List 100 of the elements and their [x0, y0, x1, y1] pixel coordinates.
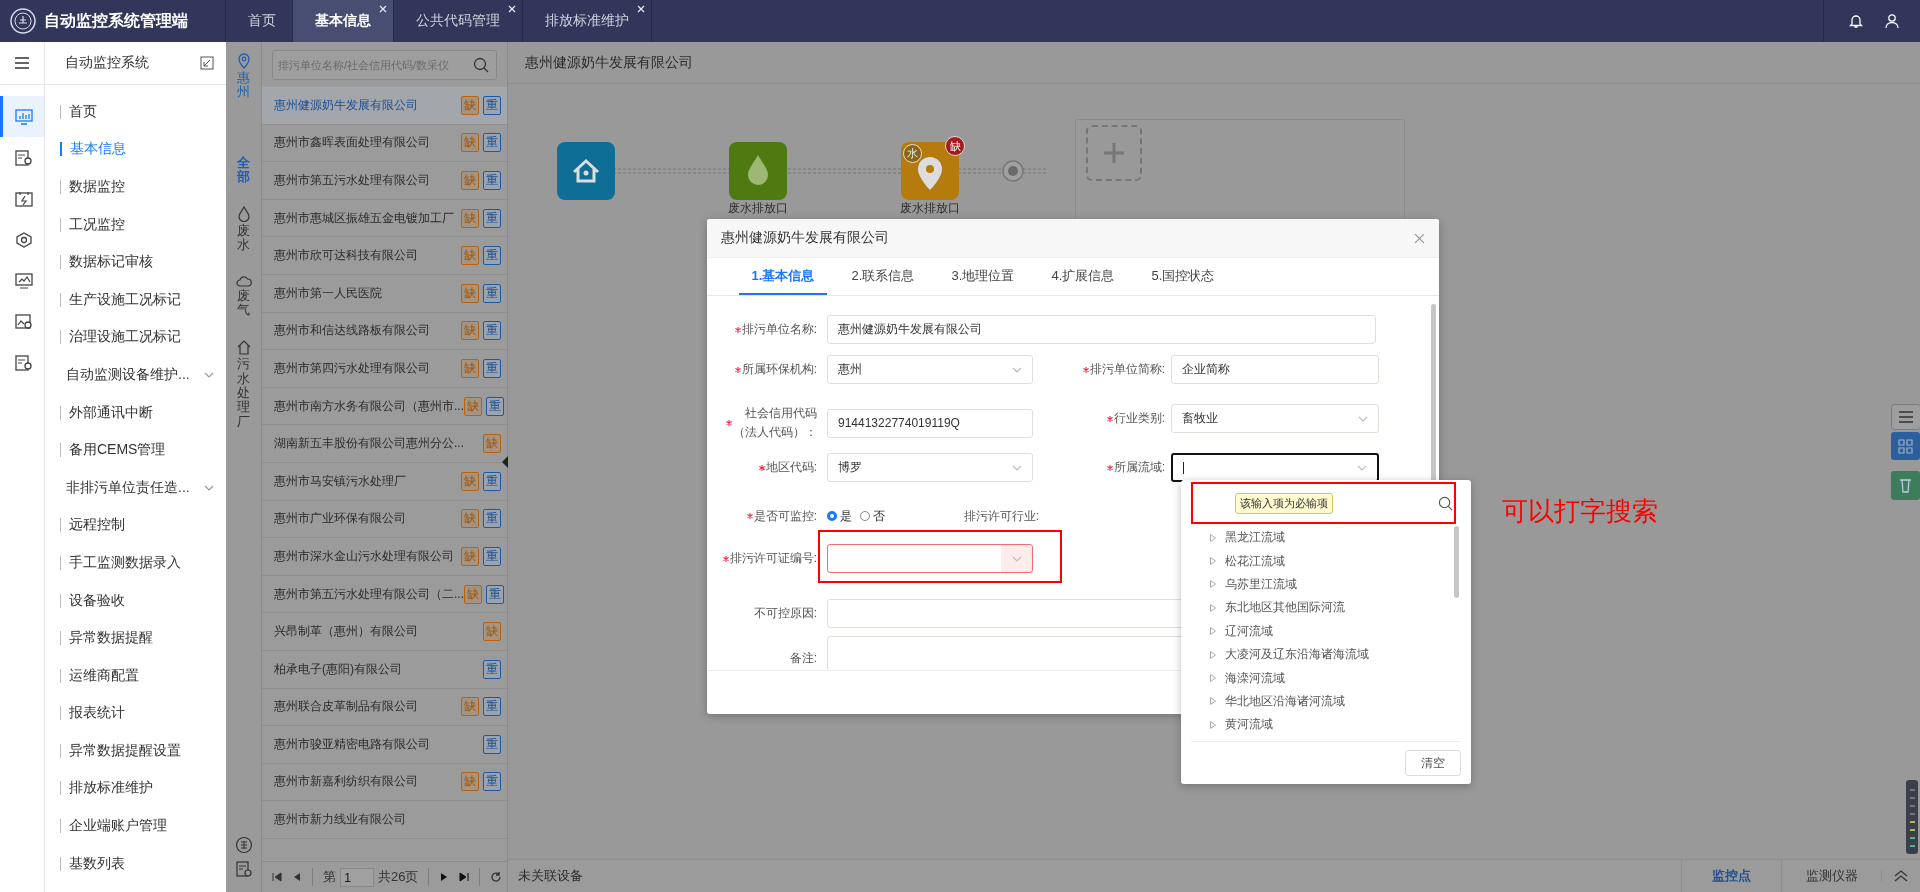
list-icon[interactable] [1891, 404, 1920, 430]
first-page-icon[interactable] [272, 872, 282, 882]
expand-arrow-icon[interactable] [1210, 720, 1216, 729]
company-row[interactable]: 惠州市第五污水处理有限公司（二... 缺 重 [262, 575, 507, 614]
expand-arrow-icon[interactable] [1210, 650, 1216, 659]
company-row[interactable]: 惠州市鑫晖表面处理有限公司 缺 重 [262, 124, 507, 163]
expand-arrow-icon[interactable] [1210, 557, 1216, 566]
search-icon[interactable] [1438, 495, 1453, 511]
location-node-icon[interactable] [901, 142, 959, 200]
tree-option[interactable]: 辽河流域 [1225, 622, 1273, 640]
house-node-icon[interactable] [557, 142, 615, 200]
text-field[interactable]: 惠州健源奶牛发展有限公司 [827, 315, 1376, 344]
expand-arrow-icon[interactable] [1210, 674, 1216, 683]
menu-icon[interactable] [14, 56, 30, 70]
collapse-arrow-icon[interactable] [502, 456, 508, 468]
company-row[interactable]: 惠州市第五污水处理有限公司 缺 重 [262, 162, 507, 200]
dropdown-search-field[interactable]: 该输入项为必输项 [1191, 488, 1457, 518]
category-filter[interactable]: 废气 [237, 288, 250, 318]
tree-option[interactable]: 海滦河流域 [1225, 669, 1285, 687]
missing-tag: 缺 [461, 321, 479, 341]
tree-option[interactable]: 黄河流域 [1225, 716, 1273, 734]
field-label: 是否可监控: [753, 507, 817, 525]
key-tag: 重 [483, 697, 501, 717]
document-gear-icon [14, 149, 33, 166]
text-field[interactable]: 企业简称 [1171, 355, 1379, 384]
select-field[interactable]: 博罗 [827, 453, 1033, 482]
step-tab[interactable]: 1.基本信息 [739, 258, 827, 295]
collapse-icon[interactable] [200, 56, 214, 70]
step-tab[interactable]: 3.地理位置 [939, 258, 1027, 295]
droplet-node-icon[interactable] [729, 142, 787, 200]
bell-icon[interactable] [1848, 13, 1864, 29]
company-name: 惠州市深水金山污水处理有限公司 [274, 547, 455, 565]
last-page-icon[interactable] [459, 872, 470, 882]
dialog-title: 惠州健源奶牛发展有限公司 [721, 229, 889, 247]
user-icon[interactable] [1884, 13, 1900, 29]
search-icon[interactable] [473, 57, 489, 73]
sidebar-group[interactable]: 非排污单位责任造... [45, 468, 226, 507]
tree-option[interactable]: 华北地区沿海诸河流域 [1225, 692, 1345, 710]
step-tab[interactable]: 2.联系信息 [839, 258, 927, 295]
company-row[interactable]: 惠州市深水金山污水处理有限公司 缺 重 [262, 538, 507, 576]
grid-icon[interactable] [1891, 432, 1920, 460]
company-row[interactable]: 惠州市欣可达科技有限公司 缺 重 [262, 237, 507, 275]
home-icon [235, 339, 252, 356]
company-row[interactable]: 惠州市南方水务有限公司（惠州市... 缺 重 [262, 387, 507, 426]
company-row[interactable]: 惠州市广业环保有限公司 缺 重 [262, 500, 507, 539]
company-row[interactable]: 惠州市第四污水处理有限公司 缺 重 [262, 350, 507, 388]
company-row[interactable]: 惠州市骏亚精密电路有限公司 重 [262, 726, 507, 764]
calendar-lightning-icon [14, 190, 33, 207]
company-row[interactable]: 惠州市马安镇污水处理厂 缺 重 [262, 462, 507, 501]
company-row[interactable]: 惠州市和信达线路板有限公司 缺 重 [262, 312, 507, 351]
radio-option[interactable]: 否 [860, 507, 885, 525]
expand-arrow-icon[interactable] [1210, 580, 1216, 589]
select-field[interactable]: 惠州 [827, 355, 1033, 384]
company-row[interactable]: 湖南新五丰股份有限公司惠州分公... 缺 [262, 425, 507, 463]
company-row[interactable]: 兴昂制革（惠州）有限公司 缺 [262, 613, 507, 651]
emblem-icon [10, 8, 36, 34]
previous-page-icon[interactable] [292, 872, 302, 882]
sidebar-group[interactable]: 自动监测设备维护... [45, 356, 226, 394]
expand-arrow-icon[interactable] [1210, 627, 1216, 636]
tree-option[interactable]: 大凌河及辽东沿海诸海流域 [1225, 646, 1369, 664]
step-tab[interactable]: 5.国控状态 [1139, 258, 1227, 295]
tree-option[interactable]: 松花江流域 [1225, 552, 1285, 570]
expand-arrow-icon[interactable] [1210, 603, 1216, 612]
key-tag: 重 [486, 396, 504, 416]
document-gear-icon[interactable] [234, 860, 253, 878]
location-pin-icon [236, 53, 251, 69]
select-field[interactable] [827, 544, 1033, 573]
panel-tab[interactable]: 监测仪器 [1781, 860, 1881, 892]
company-row[interactable]: 惠州市新嘉利纺织有限公司 缺 重 [262, 763, 507, 802]
chevron-down-icon [1012, 555, 1022, 562]
key-tag: 重 [483, 171, 501, 190]
page-tab[interactable]: 基本信息 [293, 0, 394, 42]
text-field[interactable]: 91441322774019119Q [827, 408, 1033, 438]
refresh-icon[interactable] [490, 871, 503, 883]
company-name: 惠州市新嘉利纺织有限公司 [274, 773, 419, 791]
company-row[interactable]: 惠州市惠城区振雄五金电镀加工厂 缺 重 [262, 199, 507, 238]
company-row[interactable]: 惠州市新力线业有限公司 [262, 801, 507, 839]
tree-option[interactable]: 乌苏里江流域 [1225, 575, 1297, 593]
category-filter[interactable]: 污水处理厂 [237, 357, 250, 429]
company-name: 湖南新五丰股份有限公司惠州分公... [274, 435, 465, 453]
trash-icon[interactable] [1891, 471, 1920, 500]
company-row[interactable]: 惠州联合皮革制品有限公司 缺 重 [262, 688, 507, 727]
monitor-icon [14, 272, 33, 289]
page-number-field[interactable]: 1 [340, 867, 374, 887]
select-field[interactable]: 畜牧业 [1171, 404, 1379, 433]
company-row[interactable]: 柏承电子(惠阳)有限公司 重 [262, 650, 507, 689]
tree-option[interactable]: 黑龙江流域 [1225, 529, 1285, 547]
company-row[interactable]: 惠州市第一人民医院 缺 重 [262, 274, 507, 313]
field-label: 备注: [789, 650, 817, 667]
nav-rail-button[interactable] [0, 96, 44, 137]
expand-arrow-icon[interactable] [1210, 533, 1216, 542]
missing-tag: 缺 [461, 697, 479, 717]
clear-button[interactable]: 清空 [1405, 750, 1461, 776]
step-tab[interactable]: 4.扩展信息 [1039, 258, 1127, 295]
radio-option[interactable]: 是 [827, 507, 852, 525]
category-filter[interactable]: 废水 [237, 224, 250, 253]
missing-tag: 缺 [461, 509, 479, 529]
missing-tag: 缺 [461, 246, 479, 266]
expand-arrow-icon[interactable] [1210, 697, 1216, 706]
tree-option[interactable]: 东北地区其他国际河流 [1225, 599, 1345, 617]
